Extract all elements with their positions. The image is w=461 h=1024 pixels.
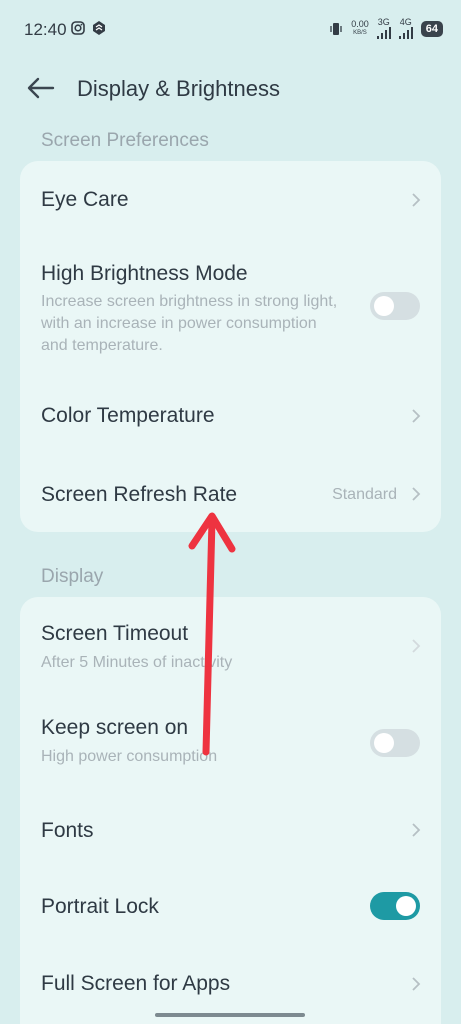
setting-title: Screen Timeout	[41, 622, 189, 645]
display-card: Screen Timeout After 5 Minutes of inacti…	[20, 597, 441, 1024]
setting-title: Full Screen for Apps	[41, 972, 231, 995]
setting-value: Standard	[332, 486, 397, 503]
app-notification-icon	[93, 21, 105, 35]
section-label-screen-preferences: Screen Preferences	[41, 130, 209, 151]
home-indicator	[155, 1013, 305, 1017]
network-speed: 0.00 KB/S	[351, 18, 369, 38]
toggle-knob	[374, 733, 394, 753]
setting-portrait-lock[interactable]: Portrait Lock	[20, 867, 441, 945]
sim2-signal: 4G	[398, 17, 413, 39]
chevron-right-icon	[412, 193, 421, 207]
setting-title: Fonts	[41, 819, 94, 842]
chevron-right-icon	[412, 639, 421, 653]
setting-title: Color Temperature	[41, 404, 215, 427]
setting-keep-screen-on[interactable]: Keep screen on High power consumption	[20, 693, 441, 791]
high-brightness-toggle[interactable]	[370, 292, 420, 320]
setting-description: Increase screen brightness in strong lig…	[41, 293, 338, 354]
sim1-signal: 3G	[376, 17, 391, 39]
chevron-right-icon	[412, 977, 421, 991]
chevron-right-icon	[412, 823, 421, 837]
status-indicators: 0.00 KB/S 3G 4G 64	[329, 18, 443, 39]
instagram-icon	[71, 21, 85, 35]
setting-color-temperature[interactable]: Color Temperature	[20, 379, 441, 451]
chevron-right-icon	[412, 409, 421, 423]
network-speed-value: 0.00	[351, 18, 369, 29]
setting-high-brightness-mode[interactable]: High Brightness Mode Increase screen bri…	[20, 239, 441, 379]
toggle-knob	[396, 896, 416, 916]
chevron-right-icon	[412, 487, 421, 501]
toggle-knob	[374, 296, 394, 316]
setting-title: Screen Refresh Rate	[41, 483, 238, 506]
status-bar: 12:40 0.00 KB/S 3G 4G 64	[0, 0, 461, 58]
setting-screen-timeout[interactable]: Screen Timeout After 5 Minutes of inacti…	[20, 597, 441, 693]
setting-eye-care[interactable]: Eye Care	[20, 161, 441, 239]
setting-screen-refresh-rate[interactable]: Screen Refresh Rate Standard	[20, 451, 441, 532]
back-arrow-icon[interactable]	[24, 74, 58, 102]
section-label-display: Display	[41, 566, 104, 587]
signal-bars-icon	[398, 27, 413, 39]
setting-title: Portrait Lock	[41, 895, 159, 918]
setting-title: Eye Care	[41, 188, 129, 211]
screen-preferences-card: Eye Care High Brightness Mode Increase s…	[20, 161, 441, 532]
setting-description: High power consumption	[41, 748, 218, 765]
setting-title: Keep screen on	[41, 716, 189, 739]
setting-fonts[interactable]: Fonts	[20, 791, 441, 867]
top-app-bar: Display & Brightness	[0, 62, 461, 114]
setting-description: After 5 Minutes of inactivity	[41, 654, 233, 671]
signal-bars-icon	[376, 27, 391, 39]
portrait-lock-toggle[interactable]	[370, 892, 420, 920]
page-title: Display & Brightness	[77, 76, 280, 101]
network-speed-unit: KB/S	[353, 29, 367, 36]
sim2-network-type: 4G	[399, 17, 412, 27]
sim1-network-type: 3G	[377, 17, 390, 27]
battery-icon: 64	[420, 20, 443, 37]
keep-screen-on-toggle[interactable]	[370, 729, 420, 757]
status-time: 12:40	[24, 20, 67, 39]
vibrate-icon	[330, 22, 342, 35]
setting-title: High Brightness Mode	[41, 262, 248, 285]
